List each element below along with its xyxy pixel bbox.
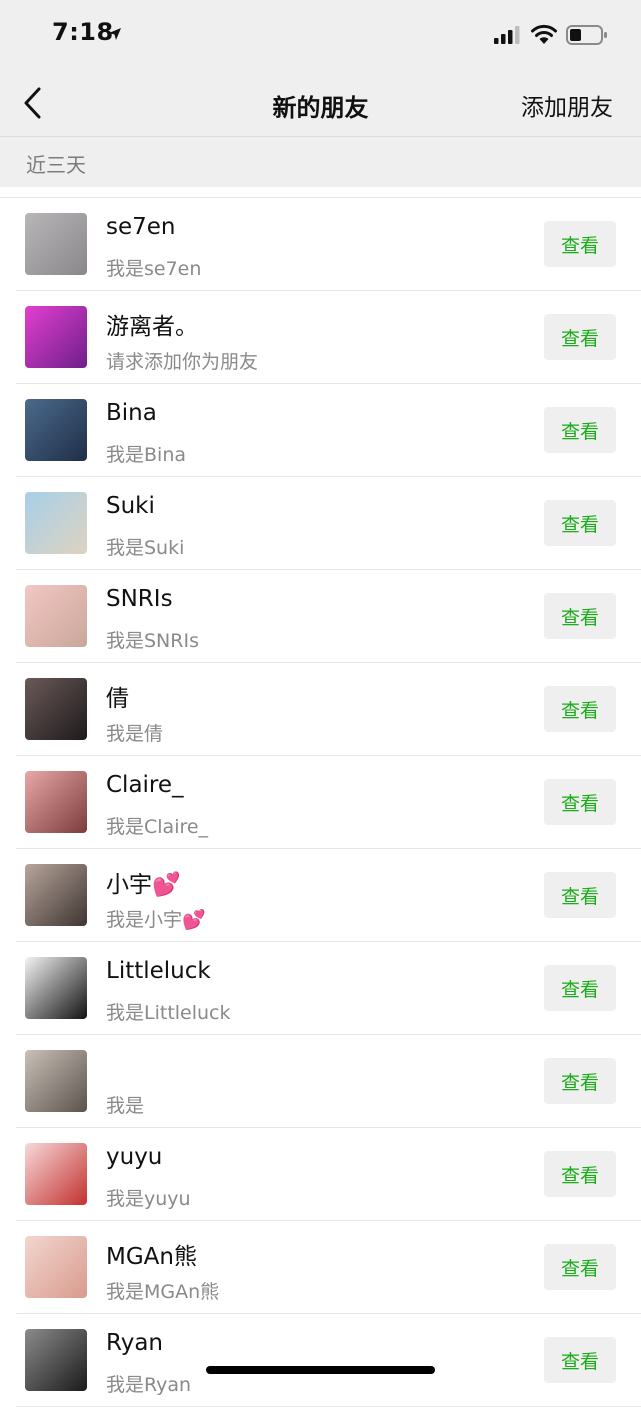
friend-request-message: 我是se7en [106,258,202,280]
friend-request-row[interactable]: Littleluck 我是Littleluck 查看 [16,942,641,1035]
battery-icon [566,25,607,45]
friend-name: SNRIs [106,586,173,612]
avatar[interactable] [25,306,87,368]
status-time: 7:18 [52,18,114,46]
friend-name: Claire_ [106,772,184,798]
friend-request-row[interactable]: Claire_ 我是Claire_ 查看 [16,756,641,849]
friend-request-row[interactable]: Ryan 我是Ryan 查看 [16,1314,641,1407]
avatar[interactable] [25,492,87,554]
view-button[interactable]: 查看 [544,779,616,825]
avatar[interactable] [25,213,87,275]
friend-name: MGAn熊 [106,1244,197,1270]
avatar[interactable] [25,399,87,461]
friend-name: Suki [106,493,155,519]
signal-icon [494,26,520,44]
friend-request-message: 我是Bina [106,444,186,466]
view-button[interactable]: 查看 [544,965,616,1011]
friend-request-row[interactable]: yuyu 我是yuyu 查看 [16,1128,641,1221]
friend-name: se7en [106,214,176,240]
friend-request-message: 我是Suki [106,537,185,559]
friend-request-row[interactable]: MGAn熊我是MGAn熊 查看 [16,1221,641,1314]
friend-request-message: 我是倩 [106,723,164,745]
avatar[interactable] [25,585,87,647]
view-button[interactable]: 查看 [544,1244,616,1290]
friend-request-message: 我是yuyu [106,1188,191,1210]
friend-request-message: 我是小宇💕 [106,909,206,931]
friend-request-message: 我是Littleluck [106,1002,231,1024]
status-bar: 7:18 [0,0,641,70]
friend-name: 小宇💕 [106,872,181,898]
friend-name: yuyu [106,1144,163,1170]
friend-request-message: 请求添加你为朋友 [106,351,259,373]
add-friends-button[interactable]: 添加朋友 [521,88,613,122]
avatar[interactable] [25,957,87,1019]
view-button[interactable]: 查看 [544,407,616,453]
friend-request-row[interactable]: SNRIs 我是SNRIs 查看 [16,570,641,663]
avatar[interactable] [25,1329,87,1391]
friend-request-message: 我是Ryan [106,1374,192,1396]
home-indicator [206,1366,435,1374]
view-button[interactable]: 查看 [544,1151,616,1197]
friend-name: Ryan [106,1330,164,1356]
view-button[interactable]: 查看 [544,872,616,918]
friend-request-message: 我是SNRIs [106,630,199,652]
friend-request-row[interactable]: Bina 我是Bina 查看 [16,384,641,477]
navigation-bar: 新的朋友 添加朋友 [0,70,641,137]
view-button[interactable]: 查看 [544,686,616,732]
friend-request-message: 我是 [106,1095,145,1117]
avatar[interactable] [25,771,87,833]
view-button[interactable]: 查看 [544,593,616,639]
friend-request-message: 我是Claire_ [106,816,209,838]
location-arrow-icon [109,28,121,40]
avatar[interactable] [25,864,87,926]
friend-request-row[interactable]: 倩我是倩 查看 [16,663,641,756]
view-button[interactable]: 查看 [544,1337,616,1383]
friend-name: Littleluck [106,958,211,984]
avatar[interactable] [25,1143,87,1205]
friend-request-row[interactable]: 小宇💕 我是小宇💕 查看 [16,849,641,942]
view-button[interactable]: 查看 [544,314,616,360]
friend-name: 游离者。 [106,314,198,340]
friend-request-list: se7en 我是se7en 查看 游离者。 请求添加你为朋友 查看 Bina 我是Bina 查看… [0,197,641,1407]
wifi-icon [531,24,557,44]
avatar[interactable] [25,1236,87,1298]
friend-request-row[interactable]: 我是 查看 [16,1035,641,1128]
friend-request-row[interactable]: Suki 我是Suki 查看 [16,477,641,570]
avatar[interactable] [25,1050,87,1112]
friend-name: Bina [106,400,157,426]
section-header: 近三天 [0,137,641,187]
friend-request-message: 我是MGAn熊 [106,1281,220,1303]
friend-request-row[interactable]: se7en 我是se7en 查看 [16,198,641,291]
friend-request-row[interactable]: 游离者。请求添加你为朋友 查看 [16,291,641,384]
friend-name: 倩 [106,686,129,712]
avatar[interactable] [25,678,87,740]
view-button[interactable]: 查看 [544,1058,616,1104]
section-title: 近三天 [26,153,86,177]
view-button[interactable]: 查看 [544,500,616,546]
view-button[interactable]: 查看 [544,221,616,267]
